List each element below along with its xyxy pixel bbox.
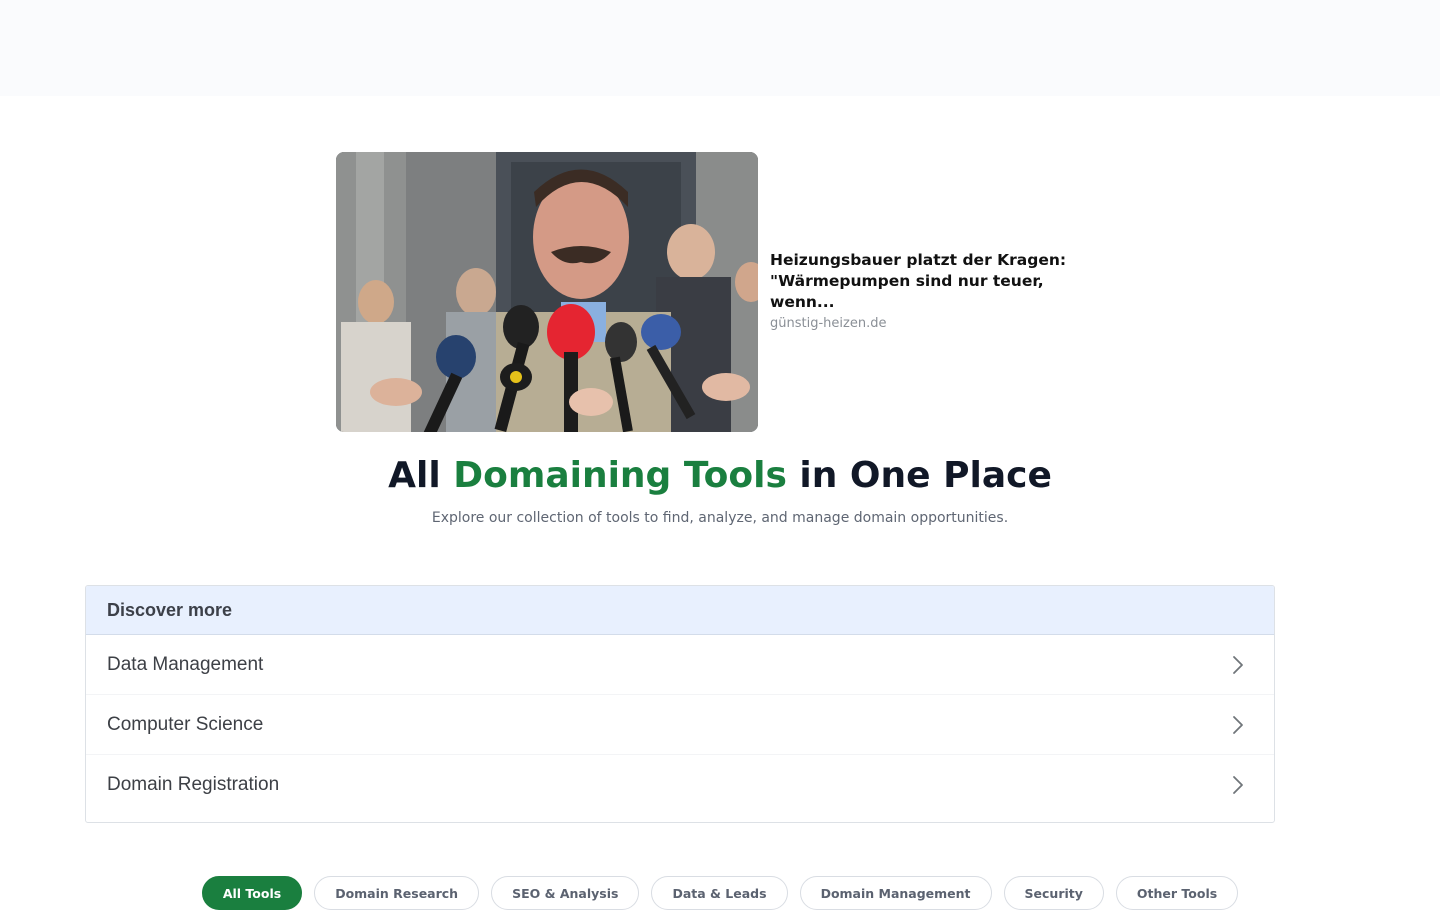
discover-item-domain-registration[interactable]: Domain Registration <box>86 755 1274 815</box>
ad-text[interactable]: Heizungsbauer platzt der Kragen: "Wärmep… <box>770 250 1070 331</box>
ad-headline[interactable]: Heizungsbauer platzt der Kragen: "Wärmep… <box>770 250 1070 313</box>
page-subtitle: Explore our collection of tools to find,… <box>431 510 1009 526</box>
filter-other-tools[interactable]: Other Tools <box>1115 876 1239 910</box>
discover-item-label: Domain Registration <box>107 774 280 795</box>
chevron-right-icon <box>1233 776 1243 794</box>
tool-category-filters: All Tools Domain Research SEO & Analysis… <box>0 876 1440 910</box>
filter-domain-management[interactable]: Domain Management <box>799 876 992 910</box>
ad-source: günstig-heizen.de <box>770 316 887 331</box>
filter-domain-research[interactable]: Domain Research <box>314 876 480 910</box>
ad-photo-illustration <box>336 152 758 432</box>
page-title: All Domaining Tools in One Place <box>0 450 1440 502</box>
ad-image[interactable] <box>336 152 758 432</box>
discover-item-data-management[interactable]: Data Management <box>86 635 1274 695</box>
discover-more-panel: Discover more Data Management Computer S… <box>85 585 1275 823</box>
sponsored-ad[interactable]: Heizungsbauer platzt der Kragen: "Wärmep… <box>336 152 1096 432</box>
filter-seo-analysis[interactable]: SEO & Analysis <box>491 876 640 910</box>
discover-item-label: Data Management <box>107 653 264 675</box>
discover-item-label: Computer Science <box>107 713 264 735</box>
filter-security[interactable]: Security <box>1003 876 1104 910</box>
chevron-right-icon <box>1233 715 1243 734</box>
discover-more-title: Discover more <box>86 586 1274 635</box>
page-title-suffix: in One Place <box>786 455 1052 496</box>
discover-item-computer-science[interactable]: Computer Science <box>86 695 1274 755</box>
filter-data-leads[interactable]: Data & Leads <box>651 876 788 910</box>
page-title-accent: Domaining Tools <box>453 455 787 496</box>
page-title-prefix: All <box>388 455 454 496</box>
chevron-right-icon <box>1233 655 1243 674</box>
filter-all-tools[interactable]: All Tools <box>201 876 303 910</box>
header-band <box>0 0 1440 96</box>
